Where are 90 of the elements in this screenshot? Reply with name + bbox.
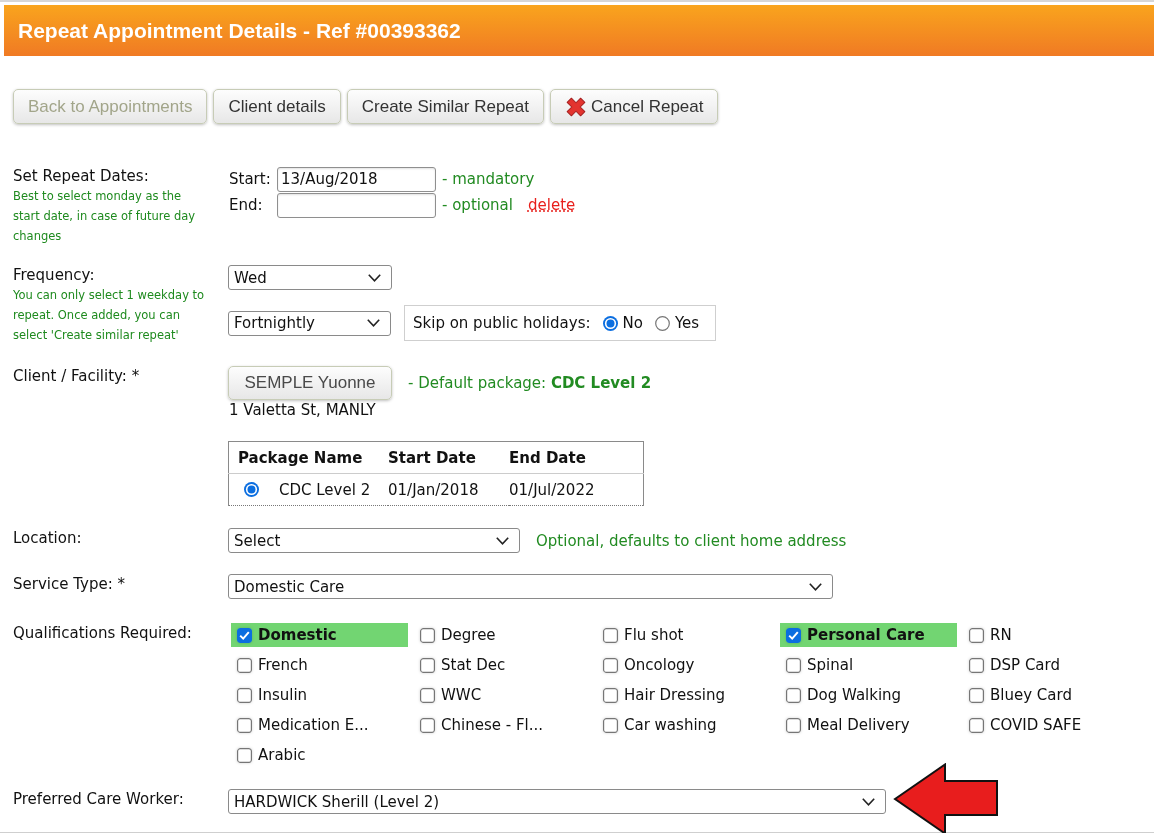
checkbox[interactable] [420, 657, 435, 673]
column-header: Package Name [228, 441, 388, 474]
field-label: Preferred Care Worker: [13, 789, 185, 809]
qualification-option[interactable]: French [231, 653, 408, 677]
radio-button[interactable] [654, 315, 670, 331]
radio-option[interactable]: No [602, 314, 643, 332]
checkbox[interactable] [969, 687, 984, 703]
chevron-down-icon [368, 273, 381, 282]
qualification-option[interactable]: Meal Delivery [780, 713, 957, 737]
field-label: Frequency: [13, 265, 96, 285]
table-cell: 01/Jan/2018 [388, 473, 509, 506]
field-label: Qualifications Required: [13, 623, 193, 643]
checkbox[interactable] [420, 627, 435, 643]
arrow-icon [893, 763, 999, 833]
qualification-option[interactable]: Personal Care [780, 623, 957, 647]
column-header: Start Date [388, 441, 509, 474]
end-date-field[interactable] [277, 192, 436, 218]
checkbox[interactable] [237, 687, 252, 703]
table-cell: CDC Level 2 [279, 480, 371, 499]
field-label: Skip on public holidays: [413, 314, 591, 332]
default-package-note: - Default package: CDC Level 2 [408, 374, 652, 392]
toolbar-button[interactable]: Client details [213, 89, 341, 124]
qualification-option[interactable]: Medication E... [231, 713, 408, 737]
qualification-option[interactable]: RN [963, 623, 1140, 647]
checkbox[interactable] [237, 627, 252, 643]
field-label: End: [228, 196, 264, 214]
toolbar-button[interactable]: Cancel Repeat [550, 89, 719, 124]
qualification-option[interactable]: Arabic [231, 743, 408, 767]
toolbar-button[interactable]: Create Similar Repeat [346, 89, 544, 124]
checkbox[interactable] [969, 717, 984, 733]
radio-option[interactable]: Yes [654, 314, 700, 332]
qualification-option[interactable]: WWC [414, 683, 591, 707]
field-note: Optional, defaults to client home address [536, 531, 847, 550]
checkbox[interactable] [420, 717, 435, 733]
qualification-option[interactable]: DSP Card [963, 653, 1140, 677]
checkbox[interactable] [969, 657, 984, 673]
chevron-down-icon [367, 319, 380, 327]
field-label: Set Repeat Dates: [13, 166, 150, 186]
qualification-option[interactable]: Bluey Card [963, 683, 1140, 707]
qualification-option[interactable]: Stat Dec [414, 653, 591, 677]
qualification-option[interactable]: Chinese - Fl... [414, 713, 591, 737]
chevron-down-icon [496, 536, 509, 545]
field-note: - mandatory [442, 170, 535, 188]
delete-link[interactable]: delete [528, 196, 576, 214]
field-label: Client / Facility: * [13, 366, 141, 386]
checkbox[interactable] [786, 627, 801, 643]
checkbox[interactable] [786, 717, 801, 733]
qualification-option[interactable]: Insulin [231, 683, 408, 707]
checkbox[interactable] [420, 687, 435, 703]
chevron-down-icon [862, 797, 875, 806]
location-dropdown[interactable]: Select [228, 528, 520, 553]
hint-text: You can only select 1 weekday to repeat. Once added, you can select 'Create similar repeat' [13, 287, 206, 344]
field-note: - optional [442, 196, 513, 214]
checkbox[interactable] [237, 747, 252, 763]
field-label: Start: [228, 170, 272, 188]
checkbox[interactable] [237, 717, 252, 733]
page-title: Repeat Appointment Details - Ref #00393362 [18, 18, 461, 43]
qualification-option[interactable]: COVID SAFE [963, 713, 1140, 737]
hint-text: Best to select monday as the start date, in case of future day changes [13, 188, 197, 245]
weekday-dropdown[interactable]: Wed [228, 265, 392, 290]
field-label: Service Type: * [13, 574, 126, 594]
checkbox[interactable] [237, 657, 252, 673]
qualification-option[interactable]: Spinal [780, 653, 957, 677]
qualification-option[interactable]: Domestic [231, 623, 408, 647]
checkbox[interactable] [969, 627, 984, 643]
checkbox[interactable] [603, 657, 618, 673]
qualification-option[interactable]: Car washing [597, 713, 774, 737]
checkbox[interactable] [786, 687, 801, 703]
qualification-option[interactable]: Flu shot [597, 623, 774, 647]
checkbox[interactable] [603, 717, 618, 733]
radio-button[interactable] [244, 482, 259, 497]
cross-icon [565, 95, 587, 118]
table-cell: 01/Jul/2022 [509, 473, 644, 506]
qualification-option[interactable]: Oncology [597, 653, 774, 677]
client-name-button[interactable]: SEMPLE Yuonne [228, 366, 392, 400]
checkbox[interactable] [786, 657, 801, 673]
service-type-dropdown[interactable]: Domestic Care [228, 574, 833, 599]
qualification-option[interactable]: Dog Walking [780, 683, 957, 707]
chevron-down-icon [809, 582, 822, 591]
checkbox[interactable] [603, 627, 618, 643]
address-text: 1 Valetta St, MANLY [228, 400, 376, 420]
column-header: End Date [509, 441, 644, 474]
interval-dropdown[interactable]: Fortnightly [228, 310, 391, 336]
checkbox[interactable] [603, 687, 618, 703]
qualification-option[interactable]: Degree [414, 623, 591, 647]
start-date-field[interactable]: 13/Aug/2018 [277, 166, 436, 192]
field-label: Location: [13, 528, 83, 548]
qualification-option[interactable]: Hair Dressing [597, 683, 774, 707]
care-worker-dropdown[interactable]: HARDWICK Sherill (Level 2) [228, 789, 886, 814]
radio-button[interactable] [602, 315, 618, 331]
